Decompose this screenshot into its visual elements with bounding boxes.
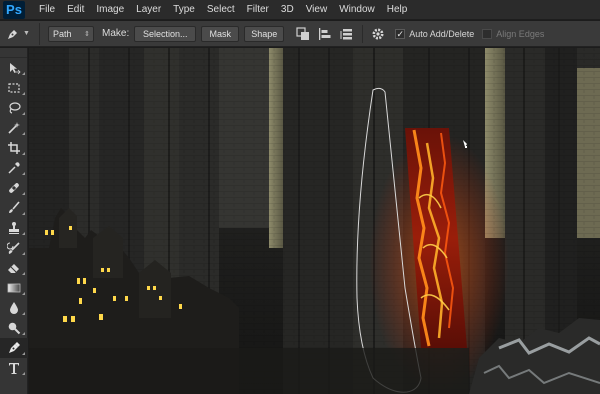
tool-flyout-indicator <box>22 132 25 135</box>
auto-add-delete-label: Auto Add/Delete <box>409 28 475 39</box>
dodge-tool[interactable] <box>0 318 28 338</box>
tool-flyout-indicator <box>22 92 25 95</box>
lasso-tool[interactable] <box>0 98 28 118</box>
chevron-down-icon: ▼ <box>23 30 30 37</box>
eraser-icon <box>8 264 19 273</box>
tool-flyout-indicator <box>22 232 25 235</box>
pen-icon <box>8 29 17 39</box>
crop-tool[interactable] <box>0 138 28 158</box>
document-canvas[interactable] <box>29 48 600 394</box>
menu-image[interactable]: Image <box>90 0 130 20</box>
photoshop-logo[interactable]: Ps <box>3 0 25 19</box>
eyedropper-tool[interactable] <box>0 158 28 178</box>
brush-icon <box>9 201 20 213</box>
gradient-icon <box>7 283 21 293</box>
marquee-icon <box>8 83 20 93</box>
menu-view[interactable]: View <box>300 0 334 20</box>
chevron-updown-icon: ⇕ <box>84 30 90 38</box>
tool-flyout-indicator <box>22 312 25 315</box>
tool-flyout-indicator <box>22 332 25 335</box>
clone-stamp-tool[interactable] <box>0 218 28 238</box>
move-tool[interactable] <box>0 58 28 78</box>
tool-flyout-indicator <box>22 212 25 215</box>
tool-flyout-indicator <box>22 252 25 255</box>
pen-mode-value: Path <box>53 28 72 39</box>
marquee-tool[interactable] <box>0 78 28 98</box>
type-tool[interactable] <box>0 358 28 378</box>
path-operations-button[interactable] <box>294 25 312 43</box>
tool-flyout-indicator <box>22 172 25 175</box>
tool-flyout-indicator <box>22 352 25 355</box>
checkbox-empty-icon <box>482 28 493 39</box>
lasso-icon <box>9 102 21 114</box>
pen-icon <box>9 342 20 353</box>
wand-icon <box>8 122 20 134</box>
tool-flyout-indicator <box>22 152 25 155</box>
menu-select[interactable]: Select <box>201 0 241 20</box>
menu-edit[interactable]: Edit <box>61 0 90 20</box>
history-brush-tool[interactable] <box>0 238 28 258</box>
tool-flyout-indicator <box>22 192 25 195</box>
pen-tool[interactable] <box>0 338 28 358</box>
make-mask-button[interactable]: Mask <box>201 25 240 42</box>
tool-flyout-indicator <box>22 72 25 75</box>
drop-icon <box>10 302 18 314</box>
tool-preset-picker[interactable]: ▼ <box>0 22 40 45</box>
path-settings-button[interactable] <box>369 25 387 43</box>
menu-3d[interactable]: 3D <box>275 0 300 20</box>
menu-help[interactable]: Help <box>381 0 414 20</box>
artwork-dark-fortress <box>29 48 600 394</box>
eyedropper-icon <box>8 162 20 174</box>
path-arrangement-button[interactable] <box>338 25 356 43</box>
tool-flyout-indicator <box>22 372 25 375</box>
menu-filter[interactable]: Filter <box>241 0 275 20</box>
eraser-tool[interactable] <box>0 258 28 278</box>
menu-layer[interactable]: Layer <box>130 0 167 20</box>
path-operations-icon <box>296 26 310 40</box>
tool-flyout-indicator <box>22 112 25 115</box>
align-edges-label: Align Edges <box>496 28 545 39</box>
quick-selection-tool[interactable] <box>0 118 28 138</box>
history-brush-icon <box>7 242 20 254</box>
menu-window[interactable]: Window <box>333 0 381 20</box>
options-bar: ▼ Path ⇕ Make: Selection... Mask Shape ✓… <box>0 21 600 47</box>
make-shape-button[interactable]: Shape <box>244 25 285 42</box>
crop-icon <box>8 142 20 154</box>
tool-flyout-indicator <box>22 272 25 275</box>
make-selection-button[interactable]: Selection... <box>134 25 197 42</box>
type-icon <box>9 363 19 374</box>
path-alignment-button[interactable] <box>316 25 334 43</box>
move-icon <box>10 63 21 75</box>
pen-mode-select[interactable]: Path ⇕ <box>48 25 94 42</box>
menu-file[interactable]: File <box>33 0 61 20</box>
bandage-icon <box>9 183 19 193</box>
brush-tool[interactable] <box>0 198 28 218</box>
auto-add-delete-checkbox[interactable]: ✓ Auto Add/Delete <box>395 28 475 39</box>
tool-flyout-indicator <box>22 292 25 295</box>
align-edges-checkbox[interactable]: Align Edges <box>482 28 545 39</box>
dodge-icon <box>8 322 21 335</box>
gradient-tool[interactable] <box>0 278 28 298</box>
blur-tool[interactable] <box>0 298 28 318</box>
path-alignment-icon <box>319 27 331 40</box>
tools-panel <box>0 48 28 394</box>
menu-type[interactable]: Type <box>167 0 201 20</box>
gear-icon <box>372 28 384 39</box>
checkmark-icon: ✓ <box>395 28 406 39</box>
options-separator <box>362 24 364 43</box>
path-arrangement-icon <box>340 28 353 39</box>
healing-brush-tool[interactable] <box>0 178 28 198</box>
stamp-icon <box>9 222 19 234</box>
tools-panel-grip[interactable] <box>0 48 27 58</box>
menu-bar: Ps File Edit Image Layer Type Select Fil… <box>0 0 600 20</box>
make-label: Make: <box>102 28 130 39</box>
